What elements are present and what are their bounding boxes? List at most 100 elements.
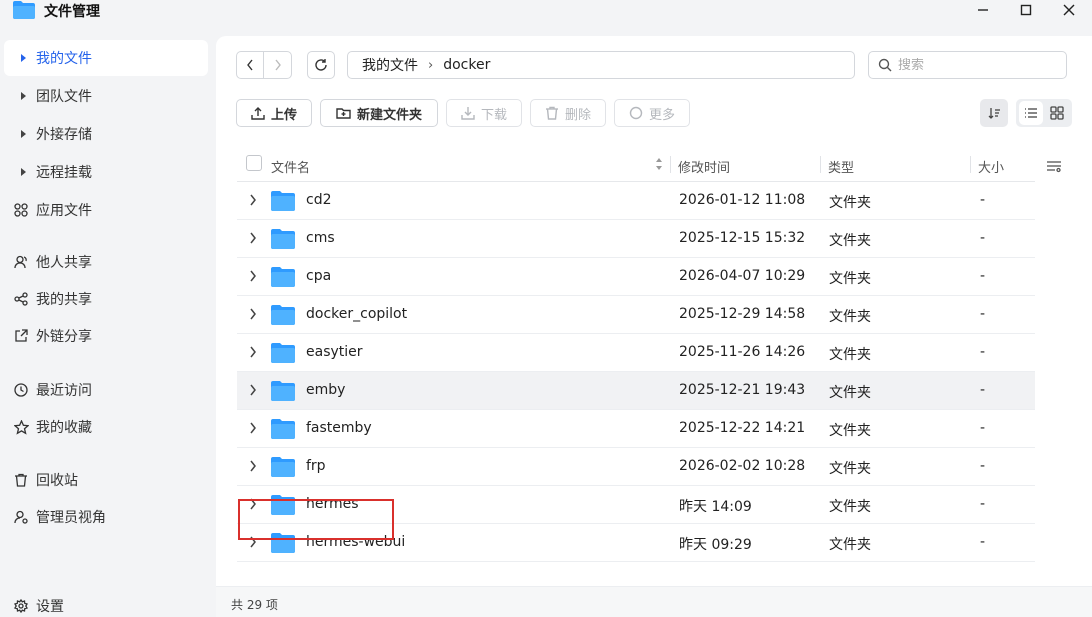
- sidebar-item-external-storage[interactable]: 外接存储: [4, 116, 208, 152]
- list-view-button[interactable]: [1019, 101, 1043, 125]
- file-name: cms: [306, 230, 335, 246]
- maximize-button[interactable]: [1009, 0, 1043, 20]
- file-type: 文件夹: [829, 195, 871, 211]
- column-header-size[interactable]: 大小: [978, 157, 1004, 176]
- file-size: -: [980, 382, 986, 398]
- file-name: frp: [306, 458, 326, 474]
- folder-app-icon: [13, 1, 35, 19]
- column-divider[interactable]: [820, 156, 821, 173]
- minimize-button[interactable]: [966, 0, 1000, 20]
- expand-chevron-icon[interactable]: [249, 232, 257, 248]
- sidebar-item-label: 他人共享: [36, 255, 92, 271]
- gear-icon: [13, 598, 29, 614]
- file-name: cpa: [306, 268, 332, 284]
- expand-chevron-icon[interactable]: [249, 384, 257, 400]
- upload-button[interactable]: 上传: [236, 99, 312, 127]
- trash-icon: [545, 106, 558, 120]
- expand-chevron-icon[interactable]: [249, 270, 257, 286]
- users-icon: [13, 254, 29, 270]
- file-mtime: 2026-04-07 10:29: [679, 268, 806, 284]
- column-header-type[interactable]: 类型: [828, 157, 854, 176]
- expand-chevron-icon[interactable]: [249, 536, 257, 552]
- table-row[interactable]: cpa 2026-04-07 10:29 文件夹 -: [237, 258, 1035, 296]
- sidebar-item-label: 最近访问: [36, 383, 92, 399]
- chevron-right-icon: [274, 59, 281, 71]
- expand-chevron-icon[interactable]: [249, 346, 257, 362]
- breadcrumb-current[interactable]: docker: [443, 57, 490, 73]
- expand-chevron-icon[interactable]: [249, 422, 257, 438]
- sidebar-item-app-files[interactable]: 应用文件: [4, 192, 208, 228]
- table-header: 文件名 修改时间 类型 大小: [237, 148, 1035, 182]
- file-name: fastemby: [306, 420, 372, 436]
- table-row[interactable]: cms 2025-12-15 15:32 文件夹 -: [237, 220, 1035, 258]
- breadcrumb-separator-icon: ›: [428, 57, 434, 73]
- column-header-mtime[interactable]: 修改时间: [678, 157, 730, 176]
- table-row[interactable]: hermes 昨天 14:09 文件夹 -: [237, 486, 1035, 524]
- sidebar-item-my-files[interactable]: 我的文件: [4, 40, 208, 76]
- breadcrumb-root[interactable]: 我的文件: [362, 55, 418, 75]
- sidebar-item-label: 管理员视角: [36, 510, 106, 526]
- grid-view-button[interactable]: [1045, 101, 1069, 125]
- sidebar-item-recent[interactable]: 最近访问: [4, 372, 208, 408]
- sort-button[interactable]: [980, 99, 1008, 127]
- caret-right-icon: [13, 164, 29, 180]
- sidebar-item-recycle-bin[interactable]: 回收站: [4, 462, 208, 498]
- back-button[interactable]: [237, 52, 264, 78]
- table-row[interactable]: emby 2025-12-21 19:43 文件夹 -: [237, 372, 1035, 410]
- file-name: cd2: [306, 192, 332, 208]
- breadcrumb: 我的文件 › docker: [347, 51, 855, 79]
- file-size: -: [980, 306, 986, 322]
- file-type: 文件夹: [829, 347, 871, 363]
- maximize-icon: [1020, 4, 1032, 16]
- sidebar-item-label: 外接存储: [36, 127, 92, 143]
- file-mtime: 昨天 14:09: [679, 499, 752, 515]
- sidebar-item-team-files[interactable]: 团队文件: [4, 78, 208, 114]
- table-row[interactable]: easytier 2025-11-26 14:26 文件夹 -: [237, 334, 1035, 372]
- column-settings-icon: [1047, 161, 1061, 173]
- refresh-button[interactable]: [307, 51, 335, 79]
- sidebar-item-remote-mount[interactable]: 远程挂载: [4, 154, 208, 190]
- table-row[interactable]: frp 2026-02-02 10:28 文件夹 -: [237, 448, 1035, 486]
- table-row[interactable]: docker_copilot 2025-12-29 14:58 文件夹 -: [237, 296, 1035, 334]
- folder-icon: [271, 267, 295, 287]
- sidebar-item-admin-view[interactable]: 管理员视角: [4, 499, 208, 535]
- select-all-checkbox[interactable]: [246, 155, 262, 171]
- file-size: -: [980, 420, 986, 436]
- sidebar-item-label: 我的收藏: [36, 420, 92, 436]
- file-type: 文件夹: [829, 461, 871, 477]
- sidebar-item-link-shares[interactable]: 外链分享: [4, 318, 208, 354]
- caret-right-icon: [13, 50, 29, 66]
- forward-button[interactable]: [264, 52, 291, 78]
- sidebar-item-my-shares[interactable]: 我的共享: [4, 281, 208, 317]
- expand-chevron-icon[interactable]: [249, 194, 257, 210]
- download-button[interactable]: 下载: [446, 99, 522, 127]
- expand-chevron-icon[interactable]: [249, 498, 257, 514]
- file-type: 文件夹: [829, 233, 871, 249]
- search-input[interactable]: [898, 57, 1048, 73]
- sidebar-item-label: 回收站: [36, 473, 78, 489]
- sidebar-item-settings[interactable]: 设置: [4, 588, 208, 617]
- table-row[interactable]: fastemby 2025-12-22 14:21 文件夹 -: [237, 410, 1035, 448]
- more-button[interactable]: 更多: [614, 99, 690, 127]
- folder-icon: [271, 343, 295, 363]
- new-folder-button[interactable]: 新建文件夹: [320, 99, 438, 127]
- folder-icon: [271, 457, 295, 477]
- column-settings-button[interactable]: [1044, 156, 1064, 176]
- share-icon: [13, 291, 29, 307]
- new-folder-label: 新建文件夹: [356, 107, 422, 123]
- column-divider[interactable]: [670, 156, 671, 173]
- table-row[interactable]: hermes-webui 昨天 09:29 文件夹 -: [237, 524, 1035, 562]
- refresh-icon: [315, 59, 327, 71]
- caret-right-icon: [13, 126, 29, 142]
- sidebar-item-shared-with-me[interactable]: 他人共享: [4, 244, 208, 280]
- expand-chevron-icon[interactable]: [249, 460, 257, 476]
- sort-updown-icon[interactable]: [655, 157, 663, 171]
- sidebar-item-favorites[interactable]: 我的收藏: [4, 409, 208, 445]
- close-button[interactable]: [1052, 0, 1086, 20]
- column-header-name[interactable]: 文件名: [271, 157, 310, 176]
- table-row[interactable]: cd2 2026-01-12 11:08 文件夹 -: [237, 182, 1035, 220]
- delete-button[interactable]: 删除: [530, 99, 606, 127]
- expand-chevron-icon[interactable]: [249, 308, 257, 324]
- sidebar-item-label: 我的共享: [36, 292, 92, 308]
- column-divider[interactable]: [970, 156, 971, 173]
